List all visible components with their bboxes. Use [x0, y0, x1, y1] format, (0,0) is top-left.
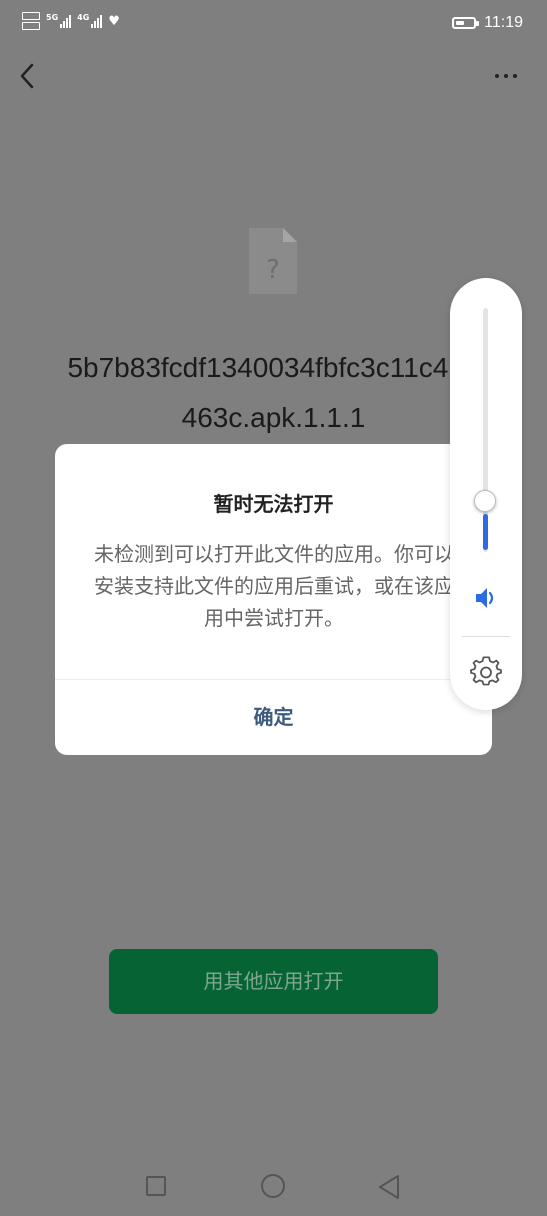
network-type-1: 5G — [46, 12, 59, 22]
network-type-2: 4G — [77, 12, 90, 22]
home-icon[interactable] — [261, 1174, 285, 1198]
dialog-message: 未检测到可以打开此文件的应用。你可以安装支持此文件的应用后重试，或在该应用中尝试… — [94, 542, 454, 630]
volume-fill — [483, 514, 488, 550]
back-chevron-icon[interactable] — [14, 60, 42, 92]
status-right: 11:19 — [452, 14, 523, 32]
volume-panel — [450, 278, 522, 710]
volume-divider — [462, 636, 510, 637]
status-bar: 5G 4G ♥ 11:19 — [0, 0, 547, 50]
dialog-title: 暂时无法打开 — [213, 492, 334, 516]
confirm-button[interactable]: 确定 — [55, 680, 492, 755]
gear-icon[interactable] — [470, 656, 502, 688]
nav-back-icon[interactable] — [377, 1174, 401, 1200]
recent-apps-icon[interactable] — [146, 1176, 166, 1196]
signal-2-icon — [91, 14, 103, 28]
unknown-file-icon: ? — [247, 226, 299, 296]
signal-1-icon — [60, 14, 72, 28]
status-left: 5G 4G ♥ — [22, 12, 120, 30]
sim2-icon — [22, 22, 40, 30]
more-dots-icon[interactable] — [495, 66, 525, 86]
cannot-open-dialog: 暂时无法打开 未检测到可以打开此文件的应用。你可以安装支持此文件的应用后重试，或… — [55, 444, 492, 755]
status-time: 11:19 — [484, 14, 523, 31]
battery-icon — [452, 17, 480, 29]
volume-slider-thumb[interactable] — [474, 490, 496, 512]
speaker-icon[interactable] — [472, 584, 500, 612]
svg-text:?: ? — [266, 255, 280, 285]
sim-icons — [22, 12, 40, 30]
health-icon: ♥ — [108, 13, 120, 29]
open-with-other-app-button[interactable]: 用其他应用打开 — [109, 949, 438, 1014]
sim1-icon — [22, 12, 40, 20]
